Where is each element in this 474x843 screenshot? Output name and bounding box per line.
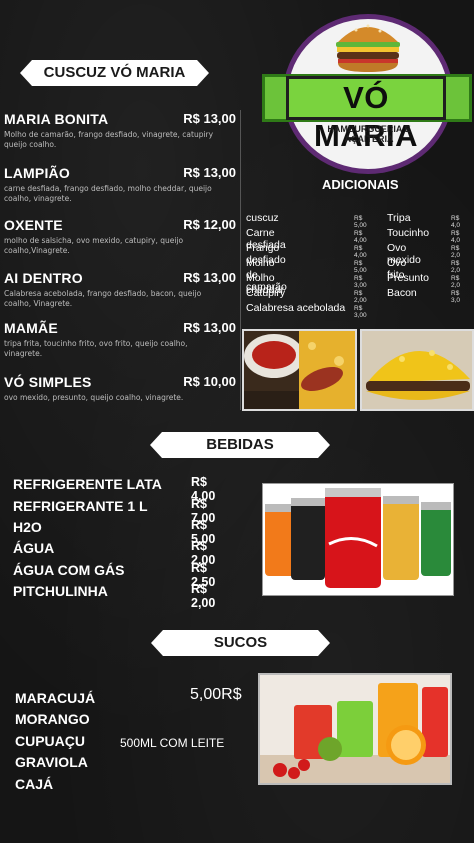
- menu-item-price: R$ 13,00: [183, 111, 236, 126]
- menu-item: MARIA BONITA R$ 13,00 Molho de camarão, …: [4, 111, 236, 150]
- menu-item-price: R$ 13,00: [183, 165, 236, 180]
- adicional-name: Bacon: [387, 287, 417, 299]
- bebidas-header-banner: BEBIDAS: [150, 432, 330, 458]
- menu-item-description: Calabresa acebolada, frango desfiado, ba…: [4, 289, 202, 308]
- adicional-price: R$ 3,00: [354, 305, 367, 319]
- adicional-price: R$ 4,0: [451, 215, 461, 229]
- menu-item-price: R$ 10,00: [183, 374, 236, 389]
- drink-item: REFRIGERENTE LATA R$ 4,00: [13, 474, 233, 503]
- drink-name: REFRIGERANTE 1 L: [13, 498, 148, 514]
- juice-note: 500ML COM LEITE: [120, 736, 225, 750]
- adicional-name: Toucinho: [387, 227, 430, 239]
- adicional-name: Calabresa acebolada: [246, 302, 346, 314]
- menu-item: LAMPIÃO R$ 13,00 carne desfiada, frango …: [4, 165, 236, 204]
- adicional-price: R$ 4,00: [354, 230, 367, 244]
- adicional-name: Presunto: [387, 272, 430, 284]
- drink-item: ÁGUA COM GÁS R$ 2,50: [13, 560, 233, 589]
- juice-price: 5,00R$: [190, 686, 242, 703]
- soda-cans-photo: [262, 483, 454, 596]
- drink-item: H2O R$ 5,00: [13, 517, 233, 546]
- adicional-price: R$ 2,0: [451, 260, 461, 274]
- menu-item-description: ovo mexido, presunto, queijo coalho, vin…: [4, 393, 184, 402]
- drink-item: PITCHULINHA R$ 2,00: [13, 581, 233, 610]
- cuscuz-header-banner: CUSCUZ VÓ MARIA: [20, 60, 209, 86]
- menu-item: AI DENTRO R$ 13,00 Calabresa acebolada, …: [4, 270, 236, 309]
- adicional-name: Tripa: [387, 212, 411, 224]
- adicional-price: R$ 3,0: [451, 290, 461, 304]
- bebidas-header-text: BEBIDAS: [206, 436, 274, 453]
- menu-item-description: molho de salsicha, ovo mexido, catupiry,…: [4, 236, 184, 255]
- adicional-name: Catupiry: [246, 287, 286, 299]
- drink-item: REFRIGERANTE 1 L R$ 7,00: [13, 496, 233, 525]
- adicional-price: R$ 3,00: [354, 275, 367, 289]
- drink-name: REFRIGERENTE LATA: [13, 476, 162, 492]
- menu-item-description: Molho de camarão, frango desfiado, vinag…: [4, 130, 214, 149]
- adicional-price: R$ 5,00: [354, 260, 367, 274]
- drink-name: H2O: [13, 519, 42, 535]
- adicional-price: R$ 2,0: [451, 275, 461, 289]
- menu-item-description: carne desfiada, frango desfiado, molho c…: [4, 184, 212, 203]
- column-divider: [240, 110, 241, 410]
- menu-item: VÓ SIMPLES R$ 10,00 ovo mexido, presunto…: [4, 374, 236, 403]
- adicionais-header: ADICIONAIS: [322, 177, 399, 192]
- drink-item: ÁGUA R$ 2,00: [13, 538, 233, 567]
- drink-name: ÁGUA: [13, 540, 55, 556]
- adicional-name: cuscuz: [246, 212, 279, 224]
- menu-item: MAMÃE R$ 13,00 tripa frita, toucinho fri…: [4, 320, 236, 359]
- food-photo-sausage-cuscuz: [242, 329, 357, 411]
- juice-glasses-photo: [258, 673, 452, 785]
- drink-name: PITCHULINHA: [13, 583, 108, 599]
- juice-item: MORANGO: [15, 711, 90, 727]
- menu-item-description: tripa frita, toucinho frito, ovo frito, …: [4, 339, 188, 358]
- adicional-price: R$ 4,0: [451, 230, 461, 244]
- food-photo-cuscuz: [360, 329, 474, 411]
- drink-name: ÁGUA COM GÁS: [13, 562, 125, 578]
- juice-item: CAJÁ: [15, 776, 54, 792]
- cuscuz-header-text: CUSCUZ VÓ MARIA: [43, 64, 186, 81]
- burger-icon: [332, 18, 404, 74]
- sucos-header-text: SUCOS: [213, 634, 268, 651]
- juice-item: GRAVIOLA: [15, 754, 88, 770]
- menu-item-price: R$ 13,00: [183, 320, 236, 335]
- adicional-price: R$ 4,00: [354, 245, 367, 259]
- adicional-price: R$ 2,0: [451, 245, 461, 259]
- drink-price: R$ 2,00: [191, 582, 216, 610]
- juice-item: CUPUAÇU: [15, 733, 85, 749]
- menu-item-price: R$ 13,00: [183, 270, 236, 285]
- adicional-price: R$ 5,00: [354, 215, 367, 229]
- menu-item-price: R$ 12,00: [183, 217, 236, 232]
- menu-item: OXENTE R$ 12,00 molho de salsicha, ovo m…: [4, 217, 236, 256]
- sucos-header-banner: SUCOS: [151, 630, 330, 656]
- juice-item: MARACUJÁ: [15, 690, 96, 706]
- logo-subtitle: HAMBURGUERIA E AÇAITERIA: [327, 124, 411, 144]
- logo-title: VÓ MARIA: [286, 76, 446, 153]
